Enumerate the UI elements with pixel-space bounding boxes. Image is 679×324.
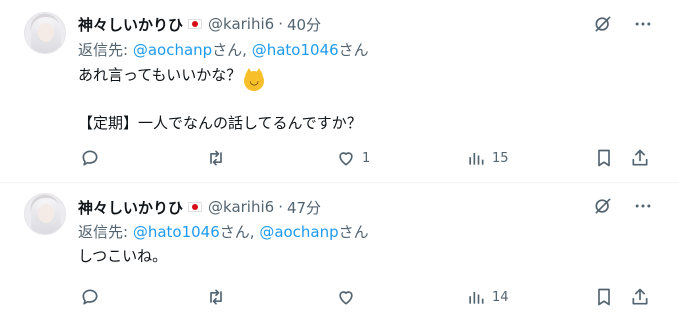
- share-button[interactable]: [630, 146, 650, 170]
- tweet-text-line: しつこいね。: [78, 247, 168, 265]
- like-count: 1: [362, 150, 371, 166]
- view-count: 14: [492, 289, 509, 305]
- reply-to-line: 返信先: @hato1046さん, @aochanpさん: [78, 221, 369, 242]
- reply-button[interactable]: [80, 285, 100, 309]
- bookmark-button[interactable]: [594, 285, 614, 309]
- timestamp[interactable]: 47分: [287, 197, 321, 218]
- share-icon: [632, 288, 648, 305]
- bookmark-icon: [598, 149, 610, 167]
- share-button[interactable]: [630, 285, 650, 309]
- views-icon: [469, 153, 484, 165]
- more-icon[interactable]: [633, 14, 653, 34]
- tweet-header: 神々しいかりひ @karihi6 · 47分: [78, 195, 321, 219]
- tweet-action-bar: 1 15: [78, 146, 658, 170]
- reply-button[interactable]: [80, 146, 100, 170]
- like-icon: [339, 291, 353, 305]
- share-icon: [632, 149, 648, 166]
- views-icon: [469, 292, 484, 304]
- japan-flag-icon: [188, 19, 203, 29]
- tweet-top-actions: [593, 14, 653, 34]
- views-button[interactable]: 15: [466, 146, 509, 170]
- views-button[interactable]: 14: [466, 285, 509, 309]
- bookmark-icon: [598, 288, 610, 306]
- user-handle[interactable]: @karihi6: [208, 15, 274, 33]
- grok-icon[interactable]: [593, 196, 613, 216]
- tweet-text-line: あれ言ってもいいかな？: [78, 66, 242, 84]
- tweet-text: あれ言ってもいいかな？ ◡: [78, 64, 265, 91]
- display-name[interactable]: 神々しいかりひ: [78, 197, 183, 218]
- tweet[interactable]: 神々しいかりひ @karihi6 · 47分 返信先: @hato1046さん,…: [0, 183, 679, 324]
- separator-dot: ·: [278, 15, 283, 33]
- tweet-text-line: 【定期】一人でなんの話してるんですか？: [78, 114, 362, 132]
- reply-icon: [82, 289, 98, 305]
- user-handle[interactable]: @karihi6: [208, 198, 274, 216]
- reply-suffix: さん: [338, 223, 369, 241]
- retweet-button[interactable]: [206, 146, 226, 170]
- reply-suffix: さん,: [219, 223, 260, 241]
- view-count: 15: [492, 150, 509, 166]
- reply-to-line: 返信先: @aochanpさん, @hato1046さん: [78, 39, 369, 60]
- reply-prefix: 返信先:: [78, 223, 133, 241]
- mention-link[interactable]: @aochanp: [133, 41, 212, 59]
- tweet[interactable]: 神々しいかりひ @karihi6 · 40分 返信先: @aochanpさん, …: [0, 0, 679, 182]
- reply-prefix: 返信先:: [78, 41, 133, 59]
- mention-link[interactable]: @hato1046: [133, 223, 220, 241]
- reply-suffix: さん,: [212, 41, 252, 59]
- timestamp[interactable]: 40分: [287, 14, 321, 35]
- tweet-header: 神々しいかりひ @karihi6 · 40分: [78, 12, 321, 36]
- japan-flag-icon: [188, 202, 203, 212]
- reply-icon: [82, 150, 98, 166]
- more-icon[interactable]: [633, 196, 653, 216]
- bookmark-button[interactable]: [594, 146, 614, 170]
- retweet-icon: [210, 289, 222, 305]
- display-name[interactable]: 神々しいかりひ: [78, 14, 183, 35]
- tweet-top-actions: [593, 196, 653, 216]
- retweet-icon: [210, 150, 222, 166]
- reply-suffix: さん: [338, 41, 369, 59]
- mention-link[interactable]: @aochanp: [259, 223, 338, 241]
- avatar[interactable]: [24, 12, 66, 54]
- like-button[interactable]: [336, 285, 362, 309]
- grok-icon[interactable]: [593, 14, 613, 34]
- separator-dot: ·: [278, 198, 283, 216]
- tweet-action-bar: 14: [78, 285, 658, 309]
- retweet-button[interactable]: [206, 285, 226, 309]
- avatar[interactable]: [24, 193, 66, 235]
- smiling-cat-emoji-icon: ◡: [244, 68, 265, 91]
- like-icon: [339, 152, 353, 166]
- mention-link[interactable]: @hato1046: [252, 41, 339, 59]
- like-button[interactable]: 1: [336, 146, 370, 170]
